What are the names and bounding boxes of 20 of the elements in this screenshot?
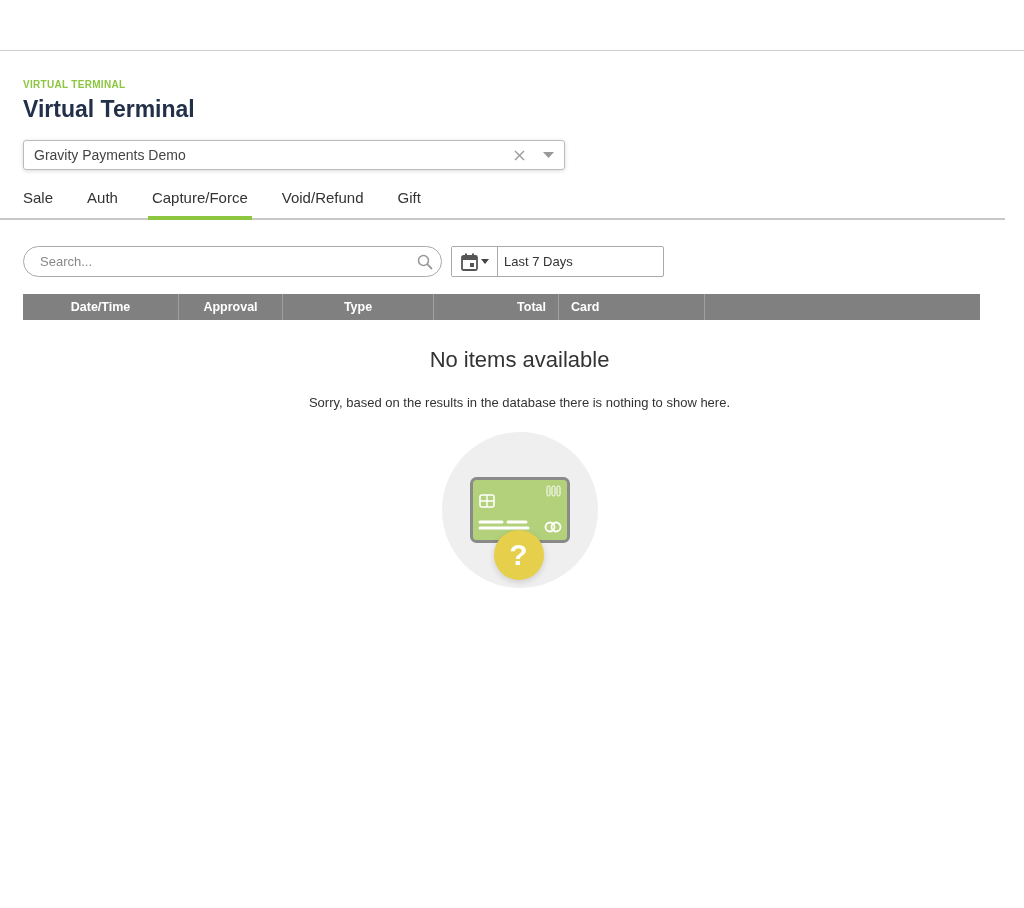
search-icon (417, 254, 433, 270)
column-header[interactable]: Card (571, 300, 600, 314)
caret-icon[interactable] (543, 152, 554, 158)
merchant-select[interactable]: Gravity Payments Demo (23, 140, 565, 170)
tab[interactable]: Gift (393, 189, 425, 220)
column-header[interactable]: Date/Time (70, 300, 131, 314)
search-field[interactable]: Search... (23, 246, 442, 277)
page-title: Virtual Terminal (23, 96, 196, 122)
question-badge: ? (493, 530, 544, 580)
breadcrumb: VIRTUAL TERMINAL (23, 79, 127, 91)
close-icon[interactable] (514, 149, 525, 161)
tab[interactable]: Void/Refund (277, 189, 368, 220)
column-header[interactable]: Total (517, 300, 546, 314)
column-header[interactable]: Approval (203, 300, 258, 314)
column-header[interactable]: Type (343, 300, 373, 314)
empty-state-message: Sorry, based on the results in the database there is nothing to show here. (308, 395, 731, 410)
tab[interactable]: Capture/Force (147, 189, 252, 220)
tab[interactable]: Sale (23, 189, 58, 220)
empty-state-title: No items available (429, 347, 610, 373)
tab[interactable]: Auth (83, 189, 122, 220)
